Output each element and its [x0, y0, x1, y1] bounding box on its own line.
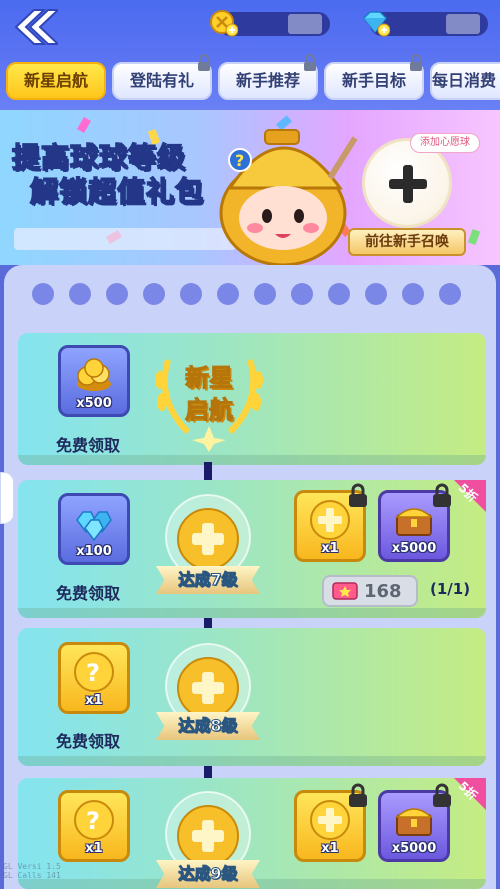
- gem-counter[interactable]: [362, 11, 488, 37]
- golden-ball-icon: [310, 800, 350, 840]
- knight-mascot-icon: ?: [219, 129, 358, 265]
- level-ribbon: 达成8级: [156, 712, 260, 740]
- voucher-icon: [332, 582, 358, 600]
- badge-text-line1: 新星: [185, 364, 234, 393]
- badge-text-line2: 启航: [185, 396, 234, 425]
- tab-label: 每日消费: [432, 71, 497, 90]
- debug-line: GL Calls 141: [3, 871, 61, 880]
- paid-reward-tile[interactable]: x1: [294, 783, 367, 862]
- gold-coins-icon: [77, 358, 111, 391]
- hole: [217, 283, 239, 305]
- tab-new-star[interactable]: 新星启航: [6, 62, 106, 100]
- reward-quantity: x5000: [391, 541, 437, 556]
- price-value: 168: [364, 581, 402, 602]
- buy-button[interactable]: 168: [322, 575, 418, 607]
- level-label: 达成9级: [178, 864, 238, 884]
- debug-line: GL Versi 1.5: [3, 862, 61, 871]
- free-reward-tile[interactable]: ? x1: [58, 790, 130, 862]
- free-reward-tile[interactable]: ? x1: [58, 642, 130, 714]
- banner-description: [14, 228, 236, 250]
- lock-icon: [304, 54, 316, 71]
- level-label: 达成7级: [178, 570, 238, 590]
- tab-beginner-goals[interactable]: 新手目标: [324, 54, 424, 100]
- reward-quantity: x500: [76, 396, 112, 411]
- hole: [439, 283, 461, 305]
- wish-ball-tag: 添加心愿球: [410, 133, 480, 153]
- side-pull-tab[interactable]: [0, 472, 14, 524]
- discount-badge: 5折: [440, 480, 486, 526]
- banner-title-text: 解锁: [29, 174, 89, 209]
- hole: [254, 283, 276, 305]
- new-star-badge: 新星 启航: [148, 340, 270, 452]
- free-reward-tile[interactable]: x100: [58, 493, 130, 565]
- lock-icon: [349, 483, 367, 507]
- go-summon-button[interactable]: 前往新手召唤: [348, 228, 466, 256]
- svg-text:?: ?: [235, 151, 244, 170]
- confetti: [467, 229, 481, 245]
- paid-reward-tile[interactable]: x1: [294, 483, 367, 562]
- reward-quantity: x1: [321, 841, 339, 856]
- confetti: [77, 116, 91, 134]
- discount-badge: 5折: [440, 778, 486, 824]
- tab-beginner-recommend[interactable]: 新手推荐: [218, 54, 318, 100]
- free-claim-label: 免费领取: [56, 436, 121, 455]
- tab-label: 登陆有礼: [129, 71, 194, 90]
- banner-title-text: 礼包: [145, 174, 205, 209]
- tab-login-gift[interactable]: 登陆有礼: [112, 54, 212, 100]
- free-reward-tile[interactable]: x500: [58, 345, 130, 417]
- reward-quantity: x1: [321, 541, 339, 556]
- level-ribbon: 达成9级: [156, 860, 260, 888]
- hole: [291, 283, 313, 305]
- gold-coin-add-icon: [210, 10, 238, 37]
- tab-label: 新手推荐: [235, 71, 300, 90]
- mystery-ball-icon: ?: [74, 800, 114, 840]
- hole: [180, 283, 202, 305]
- hole: [143, 283, 165, 305]
- free-claim-label: 免费领取: [56, 732, 121, 751]
- treasure-chest-icon: [395, 808, 433, 836]
- hole: [32, 283, 54, 305]
- lock-icon: [349, 783, 367, 807]
- level-label: 达成8级: [178, 716, 238, 736]
- hole: [402, 283, 424, 305]
- hole: [328, 283, 350, 305]
- debug-overlay: GL Versi 1.5 GL Calls 141: [3, 862, 61, 880]
- plus-icon: [403, 165, 413, 203]
- svg-text:?: ?: [86, 659, 100, 687]
- coin-amount: [288, 14, 322, 34]
- purchase-limit: (1/1): [430, 580, 471, 598]
- diamond-add-icon: [362, 11, 390, 37]
- hole: [69, 283, 91, 305]
- reward-quantity: x100: [76, 544, 112, 559]
- coin-counter[interactable]: [210, 10, 330, 37]
- reward-quantity: x5000: [391, 841, 437, 856]
- diamonds-icon: [76, 511, 112, 542]
- mystery-ball-icon: ?: [74, 652, 114, 692]
- back-button[interactable]: [12, 8, 61, 46]
- back-chevron-icon: [14, 9, 61, 45]
- free-claim-label: 免费领取: [56, 584, 121, 603]
- level-ribbon: 达成7级: [156, 566, 260, 594]
- tab-label: 新星启航: [23, 71, 88, 90]
- hole: [106, 283, 128, 305]
- banner-title-line2: 解锁超值礼包: [29, 170, 205, 210]
- svg-text:?: ?: [86, 807, 100, 835]
- hole: [365, 283, 387, 305]
- lock-icon: [198, 54, 210, 71]
- banner-title-highlight: 超值: [87, 174, 147, 209]
- treasure-chest-icon: [395, 508, 433, 536]
- tab-bar: 新星启航 登陆有礼 新手推荐 新手目标 每日消费: [0, 54, 500, 110]
- tab-daily-spend[interactable]: 每日消费: [430, 62, 500, 100]
- golden-ball-icon: [310, 500, 350, 540]
- reward-quantity: x1: [85, 693, 103, 708]
- gem-amount: [446, 14, 480, 34]
- tab-label: 新手目标: [341, 71, 406, 90]
- top-bar: [0, 0, 500, 55]
- reward-quantity: x1: [85, 841, 103, 856]
- lock-icon: [410, 54, 422, 71]
